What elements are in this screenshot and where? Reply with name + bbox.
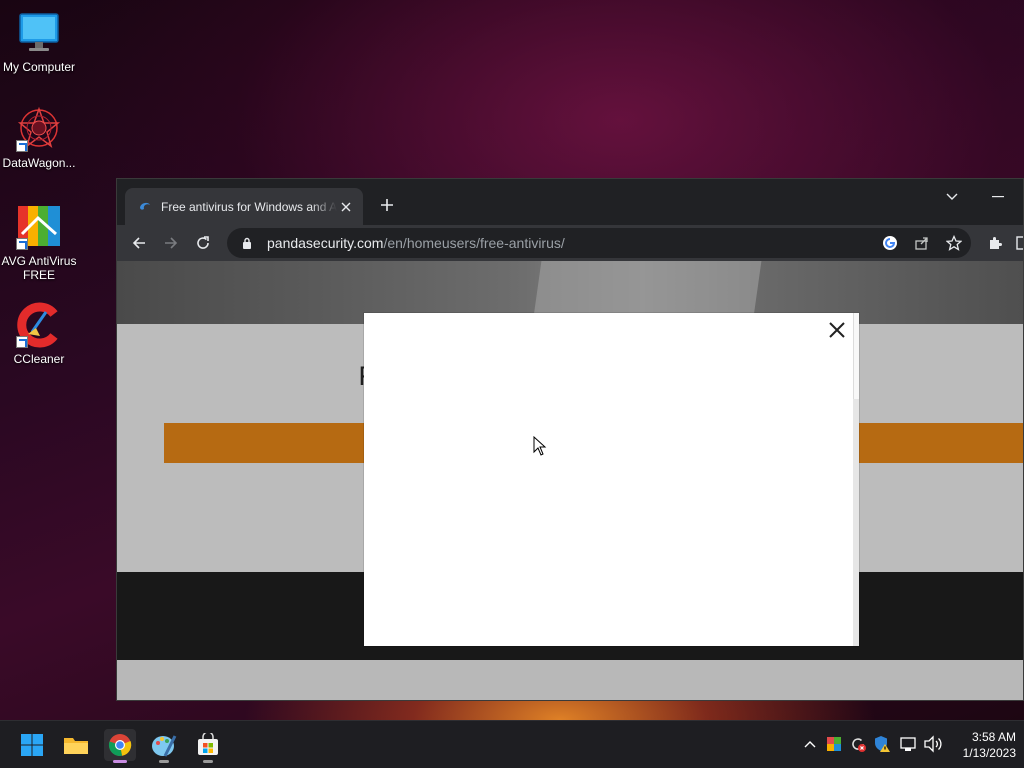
- tab-close-icon[interactable]: [337, 198, 355, 216]
- forward-button[interactable]: [157, 229, 185, 257]
- url-path: /en/homeusers/free-antivirus/: [383, 235, 565, 251]
- sync-warning-icon[interactable]: [848, 733, 868, 755]
- extensions-icon[interactable]: [981, 229, 1009, 257]
- datawagon-icon: [16, 106, 62, 152]
- taskbar: 3:58 AM 1/13/2023: [0, 720, 1024, 768]
- show-hidden-icons-button[interactable]: [800, 733, 820, 755]
- ccleaner-icon: [16, 302, 62, 348]
- close-icon: [829, 322, 845, 338]
- desktop-icon-label: DataWagon...: [2, 156, 76, 170]
- monitor-icon: [16, 10, 62, 56]
- shortcut-arrow-icon: [16, 336, 28, 348]
- tab-search-icon[interactable]: [937, 185, 967, 209]
- tab-active[interactable]: Free antivirus for Windows and Android: [125, 188, 363, 225]
- shortcut-arrow-icon: [16, 140, 28, 152]
- reload-button[interactable]: [189, 229, 217, 257]
- bookmark-star-icon[interactable]: [943, 232, 965, 254]
- security-shield-icon[interactable]: [872, 733, 892, 755]
- panda-favicon-icon: [137, 199, 153, 215]
- modal-scrollbar-thumb[interactable]: [853, 313, 859, 399]
- taskbar-chrome[interactable]: [104, 729, 136, 763]
- desktop-icon-datawagon[interactable]: DataWagon...: [0, 106, 78, 170]
- clock-time: 3:58 AM: [971, 730, 1016, 744]
- system-clock[interactable]: 3:58 AM 1/13/2023: [952, 729, 1016, 761]
- taskbar-store[interactable]: [192, 729, 224, 763]
- shortcut-arrow-icon: [16, 238, 28, 250]
- network-icon[interactable]: [898, 733, 918, 755]
- store-icon: [198, 733, 218, 755]
- paint-icon: [152, 735, 177, 757]
- volume-icon[interactable]: [923, 733, 943, 755]
- file-explorer-icon: [64, 738, 88, 754]
- share-icon[interactable]: [911, 232, 933, 254]
- url-text: pandasecurity.com/en/homeusers/free-anti…: [267, 235, 565, 251]
- address-bar[interactable]: pandasecurity.com/en/homeusers/free-anti…: [227, 228, 971, 258]
- chevron-up-icon: [804, 741, 816, 748]
- desktop-icon-my-computer[interactable]: My Computer: [0, 10, 78, 74]
- tab-strip: Free antivirus for Windows and Android: [117, 179, 1023, 225]
- taskbar-paint[interactable]: [148, 729, 180, 763]
- desktop-icon-label: My Computer: [2, 60, 76, 74]
- popup-modal[interactable]: [364, 313, 859, 646]
- chrome-icon: [108, 734, 132, 756]
- modal-close-button[interactable]: [826, 319, 848, 341]
- desktop-icon-label: AVG AntiVirus FREE: [1, 254, 77, 282]
- start-button[interactable]: [16, 729, 48, 761]
- side-panel-icon[interactable]: [1009, 229, 1023, 257]
- new-tab-button[interactable]: [375, 193, 399, 217]
- minimize-button[interactable]: [983, 185, 1013, 209]
- avg-icon: [16, 204, 62, 250]
- url-host: pandasecurity.com: [267, 235, 384, 251]
- desktop-icon-avg[interactable]: AVG AntiVirus FREE: [0, 204, 78, 282]
- tab-title: Free antivirus for Windows and Android: [161, 199, 337, 214]
- browser-toolbar: pandasecurity.com/en/homeusers/free-anti…: [117, 225, 1023, 261]
- desktop-icon-ccleaner[interactable]: CCleaner: [0, 302, 78, 366]
- google-icon[interactable]: [879, 232, 901, 254]
- lock-icon[interactable]: [239, 235, 255, 251]
- back-button[interactable]: [125, 229, 153, 257]
- start-icon: [21, 734, 43, 756]
- footer-section: [117, 660, 1023, 700]
- clock-date: 1/13/2023: [962, 746, 1016, 760]
- tray-app-icon[interactable]: [824, 733, 844, 755]
- desktop-icon-label: CCleaner: [13, 352, 65, 366]
- mouse-cursor-icon: [533, 435, 547, 456]
- taskbar-file-explorer[interactable]: [60, 729, 92, 761]
